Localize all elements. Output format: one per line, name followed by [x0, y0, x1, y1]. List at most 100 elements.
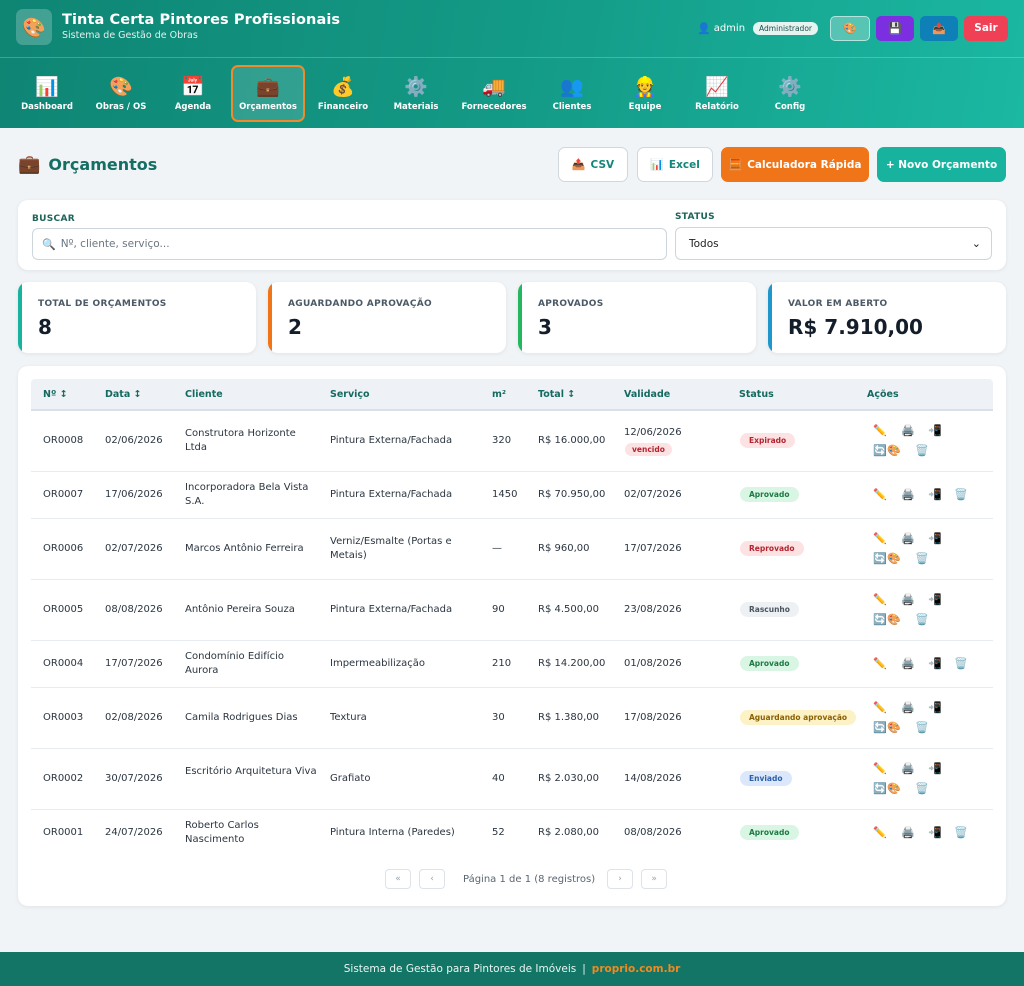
trash-icon[interactable]: 🗑️ [954, 658, 968, 670]
stat-open-value: VALOR EM ABERTO R$ 7.910,00 [768, 282, 1006, 353]
user-icon: 👤 [697, 21, 711, 35]
nav-config[interactable]: ⚙️ Config [761, 66, 819, 121]
edit-icon[interactable]: ✏️ [873, 489, 887, 501]
table-row: OR0005 08/08/2026 Antônio Pereira Souza … [31, 580, 993, 641]
palette-icon[interactable]: 🎨 [887, 783, 901, 795]
trash-icon[interactable]: 🗑️ [915, 722, 929, 734]
new-budget-button[interactable]: + Novo Orçamento [877, 147, 1006, 182]
search-box[interactable]: 🔍 [32, 228, 667, 260]
page-header: 💼 Orçamentos 📤 CSV 📊 Excel 🧮 Calculadora… [18, 147, 1006, 183]
duplicate-icon[interactable]: 🔄 [873, 722, 887, 734]
print-icon[interactable]: 🖨️ [901, 658, 915, 670]
nav-materiais[interactable]: ⚙️ Materiais [387, 66, 445, 121]
table-row: OR0008 02/06/2026 Construtora Horizonte … [31, 411, 993, 472]
convert-icon[interactable]: 📲 [928, 425, 942, 437]
theme-button[interactable]: 🎨 [830, 15, 870, 41]
status-select[interactable]: Todos ⌄ [675, 227, 992, 260]
nav-dashboard[interactable]: 📊 Dashboard [18, 66, 76, 121]
duplicate-icon[interactable]: 🔄 [873, 783, 887, 795]
nav-obras-os[interactable]: 🎨 Obras / OS [90, 66, 152, 121]
convert-icon[interactable]: 📲 [928, 533, 942, 545]
convert-icon[interactable]: 📲 [928, 658, 942, 670]
table-header: Nº ↕ Data ↕ Cliente Serviço m² Total ↕ V… [31, 379, 993, 411]
save-button[interactable]: 💾 [876, 15, 914, 41]
print-icon[interactable]: 🖨️ [901, 533, 915, 545]
print-icon[interactable]: 🖨️ [901, 702, 915, 714]
trash-icon[interactable]: 🗑️ [954, 489, 968, 501]
convert-icon[interactable]: 📲 [928, 763, 942, 775]
quick-calculator-button[interactable]: 🧮 Calculadora Rápida [721, 147, 869, 182]
palette-icon[interactable]: 🎨 [887, 553, 901, 565]
trash-icon[interactable]: 🗑️ [915, 614, 929, 626]
status-label: STATUS [675, 212, 715, 222]
edit-icon[interactable]: ✏️ [873, 658, 887, 670]
col-actions: Ações [867, 389, 899, 400]
col-client: Cliente [185, 389, 223, 400]
col-total[interactable]: Total ↕ [538, 389, 575, 400]
gear-icon: ⚙️ [404, 75, 428, 98]
table-row: OR0007 17/06/2026 Incorporadora Bela Vis… [31, 472, 993, 519]
table-row: OR0001 24/07/2026 Roberto Carlos Nascime… [43, 820, 968, 845]
trash-icon[interactable]: 🗑️ [954, 827, 968, 839]
convert-icon[interactable]: 📲 [928, 827, 942, 839]
search-label: BUSCAR [32, 214, 75, 224]
nav-financeiro[interactable]: 💰 Financeiro [313, 66, 373, 121]
search-input[interactable] [60, 238, 621, 250]
edit-icon[interactable]: ✏️ [873, 827, 887, 839]
trash-icon[interactable]: 🗑️ [915, 783, 929, 795]
status-badge: Expirado [740, 433, 796, 448]
briefcase-icon: 💼 [18, 154, 41, 175]
duplicate-icon[interactable]: 🔄 [873, 445, 887, 457]
print-icon[interactable]: 🖨️ [901, 489, 915, 501]
app-title: Tinta Certa Pintores Profissionais [62, 12, 341, 28]
nav-agenda[interactable]: 📅 Agenda [166, 66, 220, 121]
edit-icon[interactable]: ✏️ [873, 533, 887, 545]
export-csv-button[interactable]: 📤 CSV [558, 147, 628, 182]
edit-icon[interactable]: ✏️ [873, 763, 887, 775]
edit-icon[interactable]: ✏️ [873, 594, 887, 606]
footer-link[interactable]: proprio.com.br [592, 963, 680, 975]
nav-orcamentos[interactable]: 💼 Orçamentos [231, 65, 305, 122]
convert-icon[interactable]: 📲 [928, 489, 942, 501]
prev-page-button[interactable]: ‹ [419, 869, 445, 889]
upload-button[interactable]: 📤 [920, 15, 958, 41]
print-icon[interactable]: 🖨️ [901, 425, 915, 437]
print-icon[interactable]: 🖨️ [901, 827, 915, 839]
convert-icon[interactable]: 📲 [928, 702, 942, 714]
nav-equipe[interactable]: 👷 Equipe [616, 66, 674, 121]
palette-icon[interactable]: 🎨 [887, 445, 901, 457]
next-page-button[interactable]: › [607, 869, 634, 889]
nav-clientes[interactable]: 👥 Clientes [543, 66, 601, 121]
palette-icon[interactable]: 🎨 [887, 614, 901, 626]
print-icon[interactable]: 🖨️ [901, 763, 915, 775]
edit-icon[interactable]: ✏️ [873, 702, 887, 714]
search-icon: 🔍 [42, 237, 56, 251]
col-validity: Validade [624, 389, 671, 400]
users-icon: 👥 [560, 75, 584, 98]
last-page-button[interactable]: » [641, 869, 668, 889]
status-selected-value: Todos [689, 237, 719, 250]
col-number[interactable]: Nº ↕ [43, 389, 68, 400]
logout-button[interactable]: Sair [964, 15, 1008, 41]
duplicate-icon[interactable]: 🔄 [873, 553, 887, 565]
col-date[interactable]: Data ↕ [105, 389, 142, 400]
calendar-icon: 📅 [181, 75, 205, 98]
first-page-button[interactable]: « [385, 869, 411, 889]
status-badge: Aguardando aprovação [740, 710, 857, 725]
trash-icon[interactable]: 🗑️ [915, 553, 929, 565]
trash-icon[interactable]: 🗑️ [915, 445, 929, 457]
convert-icon[interactable]: 📲 [928, 594, 942, 606]
export-excel-button[interactable]: 📊 Excel [637, 147, 713, 182]
truck-icon: 🚚 [482, 75, 506, 98]
table-row: OR0006 02/07/2026 Marcos Antônio Ferreir… [31, 519, 993, 580]
table-row: OR0002 30/07/2026 Escritório Arquitetura… [31, 749, 993, 810]
nav-fornecedores[interactable]: 🚚 Fornecedores [459, 66, 529, 121]
palette-icon[interactable]: 🎨 [887, 722, 901, 734]
print-icon[interactable]: 🖨️ [901, 594, 915, 606]
main-nav: 📊 Dashboard 🎨 Obras / OS 📅 Agenda 💼 Orça… [0, 57, 1024, 128]
edit-icon[interactable]: ✏️ [873, 425, 887, 437]
brand: 🎨 Tinta Certa Pintores Profissionais Sis… [16, 9, 340, 45]
upload-icon: 📤 [571, 158, 586, 171]
nav-relatorio[interactable]: 📈 Relatório [688, 66, 746, 121]
duplicate-icon[interactable]: 🔄 [873, 614, 887, 626]
